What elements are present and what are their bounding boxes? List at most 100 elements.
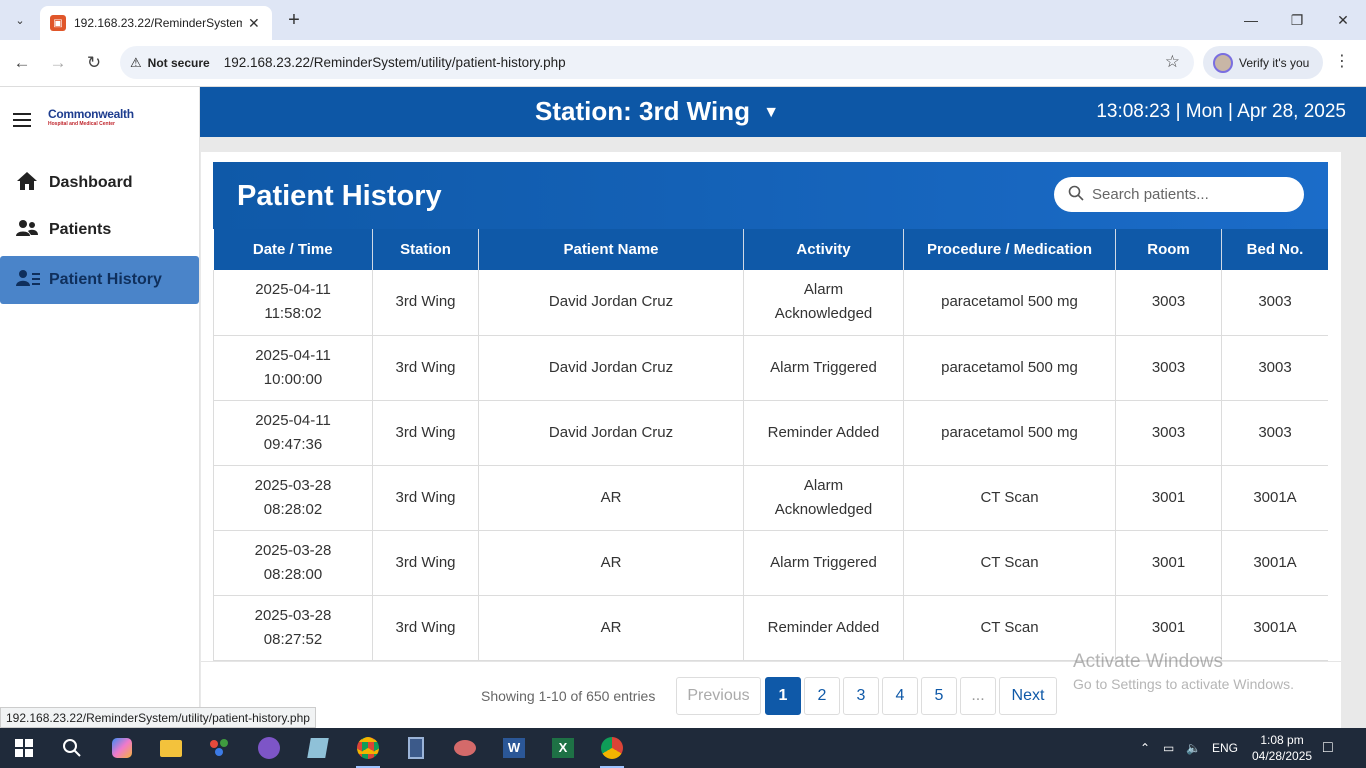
sidebar-item-dashboard[interactable]: Dashboard [0, 159, 199, 207]
cell-room: 3003 [1115, 270, 1222, 336]
station-selector[interactable]: Station: 3rd Wing ▼ [535, 96, 779, 127]
column-header[interactable]: Procedure / Medication [903, 229, 1116, 270]
sidebar-item-patients[interactable]: Patients [0, 206, 199, 254]
cell-station: 3rd Wing [372, 270, 479, 336]
entries-summary: Showing 1-10 of 650 entries [481, 688, 656, 704]
cell-date: 2025-04-11 [255, 411, 331, 429]
browser-menu-icon[interactable]: ⋮ [1334, 51, 1350, 71]
notepad-app-icon[interactable] [304, 734, 332, 762]
file-explorer-icon[interactable] [157, 734, 185, 762]
table-row[interactable]: 2025-04-11 10:00:00 3rd Wing David Jordan C… [213, 335, 1328, 401]
logo-main-text: Commonwealth [48, 107, 134, 121]
cell-time: 08:28:02 [263, 500, 323, 518]
network-icon[interactable]: ▭ [1163, 728, 1174, 768]
cell-datetime: 2025-04-11 09:47:36 [213, 400, 373, 466]
cell-patient-name: AR [478, 595, 744, 661]
new-tab-icon[interactable]: + [282, 8, 306, 32]
verify-label: Verify it's you [1239, 55, 1310, 70]
cell-date: 2025-03-28 [254, 541, 332, 559]
cell-room: 3003 [1115, 400, 1222, 466]
favicon-icon: ▣ [50, 15, 66, 31]
cell-room: 3001 [1115, 530, 1222, 596]
excel-icon[interactable]: X [549, 734, 577, 762]
cell-date: 2025-04-11 [255, 281, 331, 299]
page-button-5[interactable]: 5 [921, 677, 957, 715]
notification-icon[interactable]: □ [1323, 728, 1333, 768]
url-text[interactable]: 192.168.23.22/ReminderSystem/utility/pat… [224, 55, 566, 70]
cell-procedure: paracetamol 500 mg [903, 400, 1116, 466]
back-icon[interactable]: ← [10, 51, 34, 75]
forward-icon[interactable]: → [46, 51, 70, 75]
minimize-icon[interactable]: — [1228, 8, 1274, 32]
home-icon [16, 171, 38, 196]
cell-time: 08:27:52 [263, 630, 323, 648]
windows-start-icon[interactable] [10, 734, 38, 762]
table-row[interactable]: 2025-04-11 09:47:36 3rd Wing David Jordan C… [213, 400, 1328, 466]
page-button-3[interactable]: 3 [843, 677, 879, 715]
browser-tab[interactable]: ▣ 192.168.23.22/ReminderSystem ✕ [40, 6, 272, 40]
word-icon[interactable]: W [500, 734, 528, 762]
chrome-profile-icon[interactable] [598, 734, 626, 768]
close-window-icon[interactable]: ✕ [1320, 8, 1366, 32]
cell-procedure: CT Scan [903, 530, 1116, 596]
chrome-icon[interactable] [354, 734, 382, 768]
cell-activity: Alarm Triggered [743, 530, 904, 596]
cell-patient-name: David Jordan Cruz [478, 335, 744, 401]
tab-close-icon[interactable]: ✕ [248, 15, 260, 32]
cell-activity: Alarm Acknowledged [743, 270, 904, 336]
sidebar-item-patient-history[interactable]: Patient History [0, 256, 199, 304]
column-header[interactable]: Activity [743, 229, 904, 270]
card-header: Patient History [213, 162, 1328, 229]
next-page-button[interactable]: Next [999, 677, 1057, 715]
clock: 13:08:23 | Mon | Apr 28, 2025 [1096, 101, 1346, 122]
column-header[interactable]: Station [372, 229, 479, 270]
page-button-1[interactable]: 1 [765, 677, 801, 715]
search-input[interactable] [1092, 186, 1292, 203]
cell-bed: 3001A [1221, 465, 1328, 531]
cell-activity: Alarm Acknowledged [743, 465, 904, 531]
viber-icon[interactable] [255, 734, 283, 762]
language-indicator[interactable]: ENG [1212, 728, 1238, 768]
column-header[interactable]: Bed No. [1221, 229, 1328, 270]
table-row[interactable]: 2025-03-28 08:28:02 3rd Wing AR Alarm Acknow… [213, 465, 1328, 531]
page-button-2[interactable]: 2 [804, 677, 840, 715]
logo-sub-text: Hospital and Medical Center [48, 121, 115, 127]
cell-patient-name: AR [478, 530, 744, 596]
cell-date: 2025-03-28 [254, 476, 332, 494]
sidebar-item-label: Patient History [49, 271, 162, 288]
search-box[interactable] [1054, 177, 1304, 212]
cell-time: 11:58:02 [264, 305, 322, 323]
bookmark-star-icon[interactable]: ☆ [1165, 52, 1180, 72]
column-header[interactable]: Room [1115, 229, 1222, 270]
volume-icon[interactable]: 🔈 [1186, 728, 1201, 768]
network-app-icon[interactable] [451, 734, 479, 762]
column-header[interactable]: Patient Name [478, 229, 744, 270]
system-clock[interactable]: 1:08 pm 04/28/2025 [1252, 732, 1312, 764]
show-hidden-icons-chevron[interactable]: ⌃ [1140, 728, 1150, 768]
history-table-container[interactable]: Date / Time Station Patient Name Activit… [213, 229, 1328, 661]
cell-datetime: 2025-04-11 11:58:02 [213, 270, 373, 336]
search-taskbar-icon[interactable] [58, 734, 86, 762]
table-row[interactable]: 2025-03-28 08:28:00 3rd Wing AR Alarm Trigge… [213, 530, 1328, 596]
system-time: 1:08 pm [1260, 733, 1304, 747]
security-chip[interactable]: ⚠ Not secure [130, 55, 210, 71]
verify-profile-button[interactable]: Verify it's you [1203, 46, 1323, 79]
restore-icon[interactable]: ❐ [1274, 8, 1320, 32]
reload-icon[interactable]: ↻ [82, 51, 106, 75]
tab-search-chevron-icon[interactable]: ⌄ [8, 8, 32, 32]
app-dots-icon[interactable] [206, 734, 234, 762]
table-header-row: Date / Time Station Patient Name Activit… [213, 229, 1328, 270]
hamburger-menu-icon[interactable] [13, 113, 31, 127]
calculator-icon[interactable] [402, 734, 430, 762]
search-icon [1068, 185, 1084, 205]
column-header[interactable]: Date / Time [213, 229, 373, 270]
windows-taskbar: W X ⌃ ▭ 🔈 ENG 1:08 pm 04/28/2025 □ [0, 728, 1366, 768]
cell-bed: 3001A [1221, 530, 1328, 596]
previous-page-button[interactable]: Previous [676, 677, 761, 715]
page-button-4[interactable]: 4 [882, 677, 918, 715]
copilot-icon[interactable] [108, 734, 136, 762]
omnibox[interactable]: ⚠ Not secure 192.168.23.22/ReminderSyste… [120, 46, 1194, 79]
sidebar-item-label: Patients [49, 221, 112, 238]
activate-windows-watermark: Activate Windows Go to Settings to activ… [1073, 651, 1294, 692]
table-row[interactable]: 2025-04-11 11:58:02 3rd Wing David Jordan C… [213, 270, 1328, 336]
